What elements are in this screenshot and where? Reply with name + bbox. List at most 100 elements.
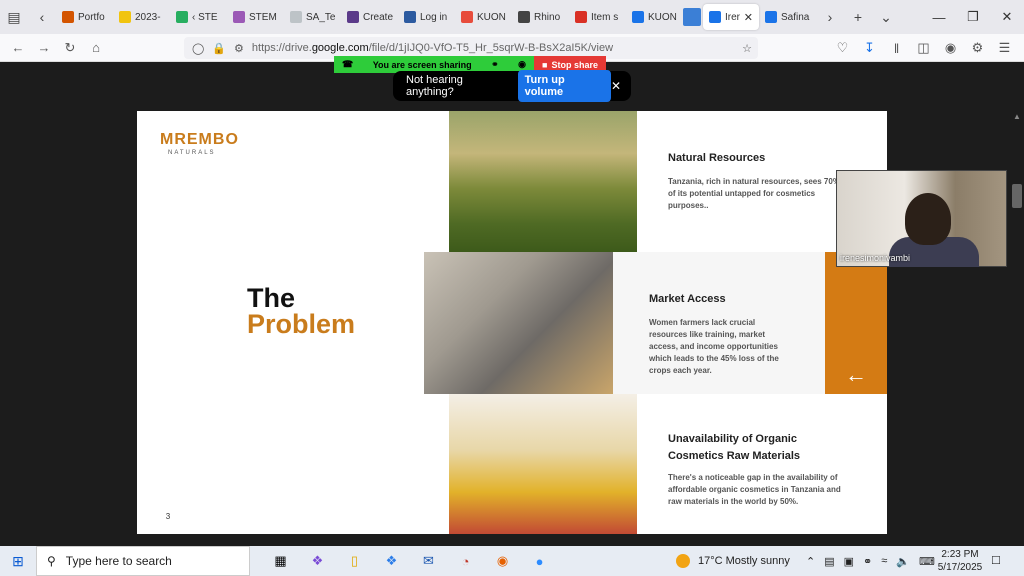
- browser-tab[interactable]: Portfo: [56, 4, 113, 30]
- lock-icon[interactable]: 🔒: [212, 42, 226, 55]
- firefox-icon[interactable]: ◉: [484, 546, 521, 576]
- minimize-icon[interactable]: —: [922, 0, 956, 34]
- library-icon[interactable]: ‖: [883, 35, 910, 61]
- chart-app-icon[interactable]: ◔: [447, 546, 484, 576]
- tab-scroll-left-icon[interactable]: ‹: [28, 0, 56, 34]
- page-number: 3: [137, 499, 199, 534]
- tab-label: Log in: [420, 11, 448, 23]
- browser-tab[interactable]: [683, 4, 703, 30]
- windows-start-icon[interactable]: ⊞: [0, 546, 36, 576]
- slide-title-line2: Problem: [247, 309, 356, 339]
- window-controls: — ❐ ✕: [922, 0, 1024, 34]
- office-icon[interactable]: ❖: [373, 546, 410, 576]
- tab-scroll-right-icon[interactable]: ›: [816, 0, 844, 34]
- notification-icon[interactable]: □: [992, 552, 1000, 567]
- list-all-tabs-icon[interactable]: ⌄: [872, 0, 900, 34]
- screen-sharing-label: You are screen sharing: [372, 59, 472, 70]
- task-view-icon[interactable]: ▦: [262, 546, 299, 576]
- participant-name: irenesimonivambi: [840, 253, 911, 263]
- back-icon[interactable]: ←: [5, 35, 31, 61]
- mail-icon[interactable]: ✉: [410, 546, 447, 576]
- copilot-icon[interactable]: ❖: [299, 546, 336, 576]
- sidebar-icon[interactable]: ◫: [910, 35, 937, 61]
- keyboard-icon[interactable]: ⌨: [919, 555, 935, 568]
- tab-label: Create: [363, 11, 394, 23]
- tab-favicon-icon: [119, 11, 131, 23]
- scroll-up-icon[interactable]: ▲: [1013, 112, 1021, 121]
- chevron-up-icon[interactable]: ⌃: [806, 555, 815, 568]
- browser-tab[interactable]: Item s: [569, 4, 626, 30]
- reload-icon[interactable]: ↻: [57, 35, 83, 61]
- search-icon: ⚲: [47, 554, 56, 568]
- mic-icon[interactable]: ⚭: [491, 59, 499, 70]
- home-icon[interactable]: ⌂: [83, 35, 109, 61]
- browser-tab[interactable]: STEM: [227, 4, 284, 30]
- zoom-icon[interactable]: ●: [521, 546, 558, 576]
- tab-favicon-icon: [683, 8, 701, 26]
- browser-tab[interactable]: Rhino: [512, 4, 569, 30]
- tab-label: Portfo: [78, 11, 105, 23]
- clock[interactable]: 2:23 PM 5/17/2025: [934, 548, 986, 574]
- close-window-icon[interactable]: ✕: [990, 0, 1024, 34]
- volume-icon[interactable]: 🔈: [896, 555, 910, 568]
- browser-tab[interactable]: 2023-: [113, 4, 170, 30]
- browser-tab[interactable]: Create: [341, 4, 398, 30]
- pocket-icon[interactable]: ♡: [829, 35, 856, 61]
- forward-icon[interactable]: →: [31, 35, 57, 61]
- network-icon[interactable]: ▤: [824, 555, 834, 568]
- hearing-text: Not hearing anything?: [406, 74, 463, 98]
- shield-icon[interactable]: ◯: [192, 42, 204, 55]
- shopping-cart-image: [424, 252, 613, 394]
- taskbar: ⊞ ⚲ Type here to search ▦ ❖ ▯ ❖ ✉ ◔ ◉ ● …: [0, 546, 1024, 576]
- sun-icon: [676, 554, 690, 568]
- taskbar-search[interactable]: ⚲ Type here to search: [36, 546, 250, 576]
- browser-tab[interactable]: Log in: [398, 4, 455, 30]
- menu-icon[interactable]: ☰: [991, 35, 1018, 61]
- presentation-slide: MREMBO NATURALS The Problem ← Natural Re…: [137, 111, 887, 534]
- stop-share-label: Stop share: [551, 59, 598, 70]
- tab-strip: ▤ ‹ Portfo 2023- ‹ STE STEM SA_Te Create Log i…: [0, 0, 1024, 34]
- browser-tab[interactable]: KUON: [455, 4, 512, 30]
- cosmetic-products-image: [449, 394, 637, 534]
- device-icon[interactable]: ▣: [844, 555, 854, 568]
- shield-small-icon[interactable]: ◉: [518, 59, 526, 70]
- tab-favicon-icon: [518, 11, 530, 23]
- browser-tab[interactable]: Safina: [759, 4, 816, 30]
- wifi-icon[interactable]: ≈: [881, 555, 887, 567]
- tab-label: ‹ STE: [192, 11, 218, 23]
- toolbar-right: ♡ ↧ ‖ ◫ ◉ ⚙ ☰: [829, 35, 1018, 61]
- tab-favicon-icon: [632, 11, 644, 23]
- extensions-icon[interactable]: ⚙: [964, 35, 991, 61]
- logo-sub-text: NATURALS: [168, 150, 216, 156]
- weather-widget[interactable]: 17°C Mostly sunny: [676, 546, 790, 576]
- mrembo-logo: MREMBO NATURALS: [160, 131, 239, 156]
- close-prompt-icon[interactable]: ✕: [611, 79, 621, 93]
- participant-video[interactable]: irenesimonivambi: [836, 170, 1007, 267]
- bookmark-star-icon[interactable]: ☆: [742, 42, 752, 55]
- new-tab-icon[interactable]: +: [844, 0, 872, 34]
- tab-list: Portfo 2023- ‹ STE STEM SA_Te Create Log in KUO…: [56, 0, 816, 34]
- section-text-market-access: Women farmers lack crucial resources lik…: [649, 318, 779, 375]
- permissions-icon[interactable]: ⚙: [234, 42, 244, 55]
- section-text-raw-materials: There's a noticeable gap in the availabi…: [668, 473, 841, 506]
- microphone-icon[interactable]: ⚭: [863, 555, 872, 568]
- restore-icon[interactable]: ❐: [956, 0, 990, 34]
- browser-tab[interactable]: SA_Te: [284, 4, 341, 30]
- tab-label: SA_Te: [306, 11, 336, 23]
- browser-tab[interactable]: Irer ✕: [703, 4, 759, 30]
- download-icon[interactable]: ↧: [856, 35, 883, 61]
- weather-text: 17°C Mostly sunny: [698, 555, 790, 567]
- phone-icon: ☎: [342, 59, 354, 69]
- tab-label: Rhino: [534, 11, 561, 23]
- tab-label: Item s: [591, 11, 619, 23]
- browser-tab[interactable]: KUON: [626, 4, 683, 30]
- tab-overview-icon[interactable]: ▤: [0, 0, 28, 34]
- tab-favicon-icon: [709, 11, 721, 23]
- scrollbar-thumb[interactable]: [1012, 184, 1022, 208]
- account-icon[interactable]: ◉: [937, 35, 964, 61]
- browser-tab[interactable]: ‹ STE: [170, 4, 227, 30]
- tab-favicon-icon: [575, 11, 587, 23]
- close-tab-icon[interactable]: ✕: [744, 11, 753, 24]
- turn-up-volume-button[interactable]: Turn up volume: [517, 70, 611, 102]
- file-explorer-icon[interactable]: ▯: [336, 546, 373, 576]
